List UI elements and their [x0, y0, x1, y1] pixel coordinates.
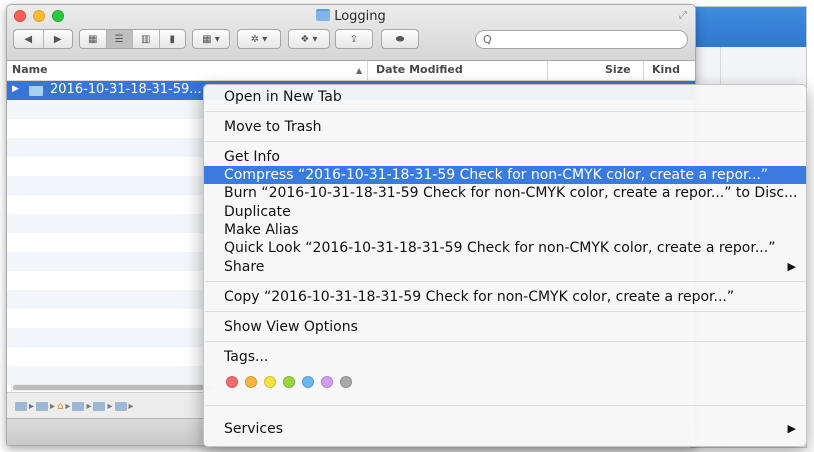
share-button[interactable]: ⇪ — [335, 29, 373, 49]
back-forward-control: ◀ ▶ — [13, 29, 73, 49]
folder-icon — [316, 9, 331, 21]
column-view-icon[interactable]: ▥ — [133, 30, 160, 48]
forward-icon[interactable]: ▶ — [44, 30, 73, 48]
menu-item-quick-look[interactable]: Quick Look “2016-10-31-18-31-59 Check fo… — [204, 239, 806, 257]
search-icon: Q — [483, 33, 492, 46]
column-divider — [367, 61, 368, 80]
tag-gray-dot[interactable] — [340, 376, 352, 388]
cover-flow-icon[interactable]: ▮ — [160, 30, 186, 48]
chevron-right-icon: ▸ — [29, 400, 35, 412]
background-window-titlebar — [690, 7, 806, 47]
list-view-icon[interactable]: ☰ — [106, 30, 133, 48]
tag-toggle-icon: ⬬ — [395, 33, 405, 45]
menu-item-move-to-trash[interactable]: Move to Trash — [204, 118, 806, 136]
menu-item-share[interactable]: Share ▶ — [204, 258, 806, 276]
tag-orange-dot[interactable] — [245, 376, 257, 388]
column-size[interactable]: Size — [605, 63, 631, 76]
chevron-right-icon: ▸ — [107, 400, 113, 412]
fullscreen-icon[interactable]: ⤢ — [679, 10, 687, 21]
home-icon[interactable]: ⌂ — [57, 401, 63, 412]
menu-item-get-info[interactable]: Get Info — [204, 148, 806, 166]
column-date-modified[interactable]: Date Modified — [376, 63, 463, 76]
action-button[interactable]: ✲ ▾ — [237, 29, 281, 49]
menu-item-duplicate[interactable]: Duplicate — [204, 203, 806, 221]
menu-separator — [205, 341, 805, 342]
submenu-arrow-icon: ▶ — [787, 260, 796, 273]
folder-icon[interactable] — [93, 401, 106, 411]
chevron-right-icon: ▸ — [86, 400, 92, 412]
column-kind[interactable]: Kind — [652, 63, 680, 76]
menu-item-tags[interactable]: Tags... — [204, 348, 806, 366]
tag-blue-dot[interactable] — [302, 376, 314, 388]
menu-item-compress[interactable]: Compress “2016-10-31-18-31-59 Check for … — [204, 166, 806, 184]
arrange-icon: ▦ ▾ — [202, 33, 220, 45]
folder-icon[interactable] — [36, 401, 49, 411]
tag-yellow-dot[interactable] — [264, 376, 276, 388]
arrange-button[interactable]: ▦ ▾ — [192, 29, 230, 49]
chevron-right-icon: ▸ — [65, 400, 71, 412]
column-divider — [643, 61, 644, 80]
folder-icon[interactable] — [114, 401, 127, 411]
submenu-arrow-icon: ▶ — [787, 422, 796, 435]
gear-icon: ✲ ▾ — [250, 33, 268, 45]
sort-ascending-icon: ▲ — [356, 66, 363, 75]
icon-view-icon[interactable]: ▦ — [80, 30, 107, 48]
column-divider — [547, 61, 548, 80]
row-name: 2016-10-31-18-31-59... — [50, 82, 202, 97]
menu-item-share-label: Share — [224, 259, 265, 275]
menu-separator — [205, 311, 805, 312]
dropbox-icon: ❖ ▾ — [300, 33, 318, 45]
folder-icon[interactable] — [72, 401, 85, 411]
chevron-right-icon: ▸ — [50, 400, 56, 412]
menu-item-services[interactable]: Services ▶ — [204, 420, 806, 438]
tag-green-dot[interactable] — [283, 376, 295, 388]
menu-separator — [205, 141, 805, 142]
tag-red-dot[interactable] — [226, 376, 238, 388]
folder-icon — [29, 86, 43, 96]
chevron-right-icon: ▸ — [128, 400, 134, 412]
view-mode-control: ▦ ☰ ▥ ▮ — [79, 29, 186, 49]
menu-item-burn-to-disc[interactable]: Burn “2016-10-31-18-31-59 Check for non-… — [204, 184, 806, 202]
column-header: Name ▲ Date Modified Size Kind — [7, 61, 695, 81]
disk-icon[interactable] — [15, 401, 27, 411]
window-title-text: Logging — [334, 9, 386, 24]
share-icon: ⇪ — [349, 33, 359, 45]
tag-purple-dot[interactable] — [321, 376, 333, 388]
tag-color-picker — [226, 376, 352, 388]
toolbar: Logging ⤢ ◀ ▶ ▦ ☰ ▥ ▮ ▦ ▾ ✲ ▾ ❖ ▾ ⇪ ⬬ Q — [7, 5, 695, 61]
menu-item-services-label: Services — [224, 421, 284, 437]
dropbox-button[interactable]: ❖ ▾ — [288, 29, 330, 49]
window-title: Logging — [7, 9, 695, 24]
menu-item-open-in-new-tab[interactable]: Open in New Tab — [204, 88, 806, 106]
menu-item-copy[interactable]: Copy “2016-10-31-18-31-59 Check for non-… — [204, 288, 806, 306]
tags-button[interactable]: ⬬ — [381, 29, 419, 49]
menu-item-make-alias[interactable]: Make Alias — [204, 221, 806, 239]
menu-separator — [205, 281, 805, 282]
back-icon[interactable]: ◀ — [14, 30, 44, 48]
context-menu: Open in New Tab Move to Trash Get Info C… — [203, 84, 807, 447]
disclosure-triangle-icon[interactable]: ▶ — [12, 84, 19, 94]
search-input[interactable]: Q — [475, 30, 688, 49]
menu-item-show-view-options[interactable]: Show View Options — [204, 318, 806, 336]
scrollbar-thumb[interactable] — [13, 385, 213, 390]
menu-separator — [205, 111, 805, 112]
column-name[interactable]: Name — [12, 63, 48, 76]
menu-separator — [205, 405, 805, 406]
